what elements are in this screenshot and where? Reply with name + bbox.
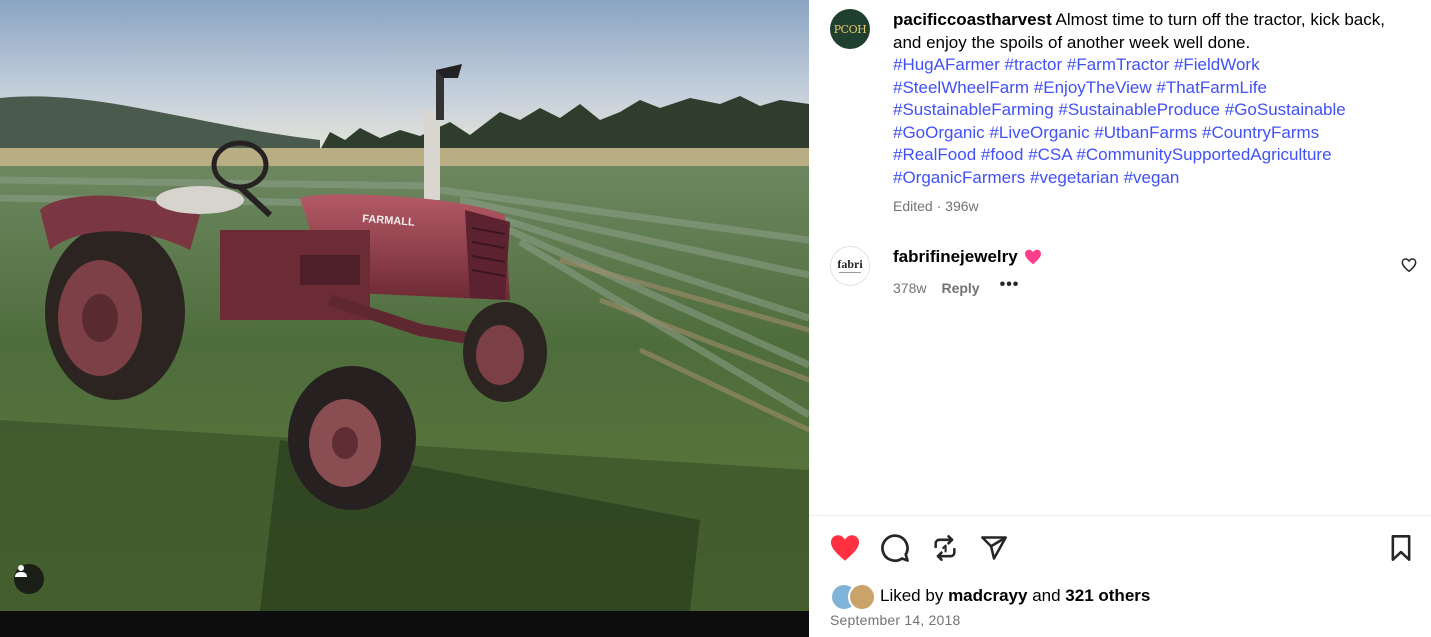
tag-user-button[interactable]	[14, 564, 44, 594]
reply-button[interactable]: Reply	[941, 280, 979, 296]
heart-filled-icon	[831, 535, 859, 561]
post-action-bar	[829, 530, 1414, 566]
post-date[interactable]: September 14, 2018	[830, 612, 960, 628]
hashtag-link[interactable]: #food	[981, 145, 1024, 164]
author-avatar-text: PCOH	[833, 22, 867, 36]
liker-avatar	[848, 583, 876, 611]
hashtag-link[interactable]: #SustainableFarming	[893, 100, 1054, 119]
liker-avatars[interactable]	[830, 583, 876, 611]
like-button[interactable]	[829, 532, 861, 564]
hashtag-link[interactable]: #RealFood	[893, 145, 976, 164]
paper-plane-icon	[981, 536, 1007, 560]
comment-button[interactable]	[879, 532, 911, 564]
post-photo[interactable]: FARMALL	[0, 0, 809, 637]
comment-meta: 378w Reply •••	[893, 276, 1020, 297]
bookmark-icon	[1391, 535, 1411, 561]
tractor-field-image: FARMALL	[0, 0, 809, 611]
hashtag-link[interactable]: #SteelWheelFarm	[893, 78, 1029, 97]
liked-by-joiner: and	[1032, 586, 1061, 605]
hashtag-link[interactable]: #vegan	[1124, 168, 1180, 187]
hashtag-link[interactable]: #LiveOrganic	[989, 123, 1089, 142]
comment-like-button[interactable]	[1401, 257, 1417, 278]
author-avatar[interactable]: PCOH	[830, 9, 870, 49]
comment-options-button[interactable]: •••	[1000, 276, 1020, 294]
heart-outline-icon	[1401, 258, 1417, 273]
hashtag-link[interactable]: #EnjoyTheView	[1034, 78, 1152, 97]
hashtag-link[interactable]: #ThatFarmLife	[1156, 78, 1267, 97]
hashtag-link[interactable]: #GoSustainable	[1225, 100, 1346, 119]
commenter-username[interactable]: fabrifinejewelry	[893, 247, 1018, 267]
commenter-avatar-underline	[839, 272, 861, 273]
repost-button[interactable]	[929, 532, 961, 564]
hashtag-link[interactable]: #GoOrganic	[893, 123, 985, 142]
hashtag-link[interactable]: #SustainableProduce	[1058, 100, 1220, 119]
edited-age[interactable]: 396w	[945, 198, 978, 214]
liked-by-user[interactable]: madcrayy	[948, 586, 1027, 606]
liked-by-prefix: Liked by	[880, 586, 944, 605]
author-username[interactable]: pacificcoastharvest	[893, 10, 1052, 29]
post-modal: FARMALL PCOH pacificcoastharvest Almost …	[0, 0, 1431, 637]
commenter-avatar[interactable]: fabri	[830, 246, 870, 286]
hashtag-link[interactable]: #HugAFarmer	[893, 55, 1000, 74]
likes-summary: Liked by madcrayy and 321 others	[830, 583, 1150, 611]
hashtag-link[interactable]: #FieldWork	[1174, 55, 1260, 74]
post-side-panel: PCOH pacificcoastharvest Almost time to …	[809, 0, 1431, 637]
hashtag-link[interactable]: #FarmTractor	[1067, 55, 1169, 74]
hashtag-link[interactable]: #vegetarian	[1030, 168, 1119, 187]
comment-age[interactable]: 378w	[893, 280, 926, 296]
commenter-avatar-text: fabri	[837, 257, 863, 271]
edited-meta: Edited · 396w	[893, 198, 979, 214]
repost-icon	[934, 535, 956, 561]
edited-label: Edited	[893, 198, 933, 214]
comment-header: fabrifinejewelry	[893, 247, 1042, 267]
user-tag-icon	[15, 565, 27, 577]
save-button[interactable]	[1385, 532, 1417, 564]
hashtag-link[interactable]: #CSA	[1028, 145, 1071, 164]
hashtag-list: #HugAFarmer #tractor #FarmTractor #Field…	[893, 54, 1393, 189]
pink-heart-emoji-icon	[1024, 249, 1041, 265]
hashtag-link[interactable]: #tractor	[1005, 55, 1063, 74]
post-caption: pacificcoastharvest Almost time to turn …	[893, 9, 1393, 189]
share-button[interactable]	[978, 532, 1010, 564]
comment-bubble-icon	[881, 534, 909, 562]
hashtag-link[interactable]: #OrganicFarmers	[893, 168, 1025, 187]
hashtag-link[interactable]: #CommunitySupportedAgriculture	[1076, 145, 1331, 164]
actions-divider	[809, 515, 1431, 516]
hashtag-link[interactable]: #UtbanFarms	[1094, 123, 1197, 142]
hashtag-link[interactable]: #CountryFarms	[1202, 123, 1319, 142]
liked-by-others[interactable]: 321 others	[1065, 586, 1150, 606]
edited-separator: ·	[936, 198, 942, 214]
